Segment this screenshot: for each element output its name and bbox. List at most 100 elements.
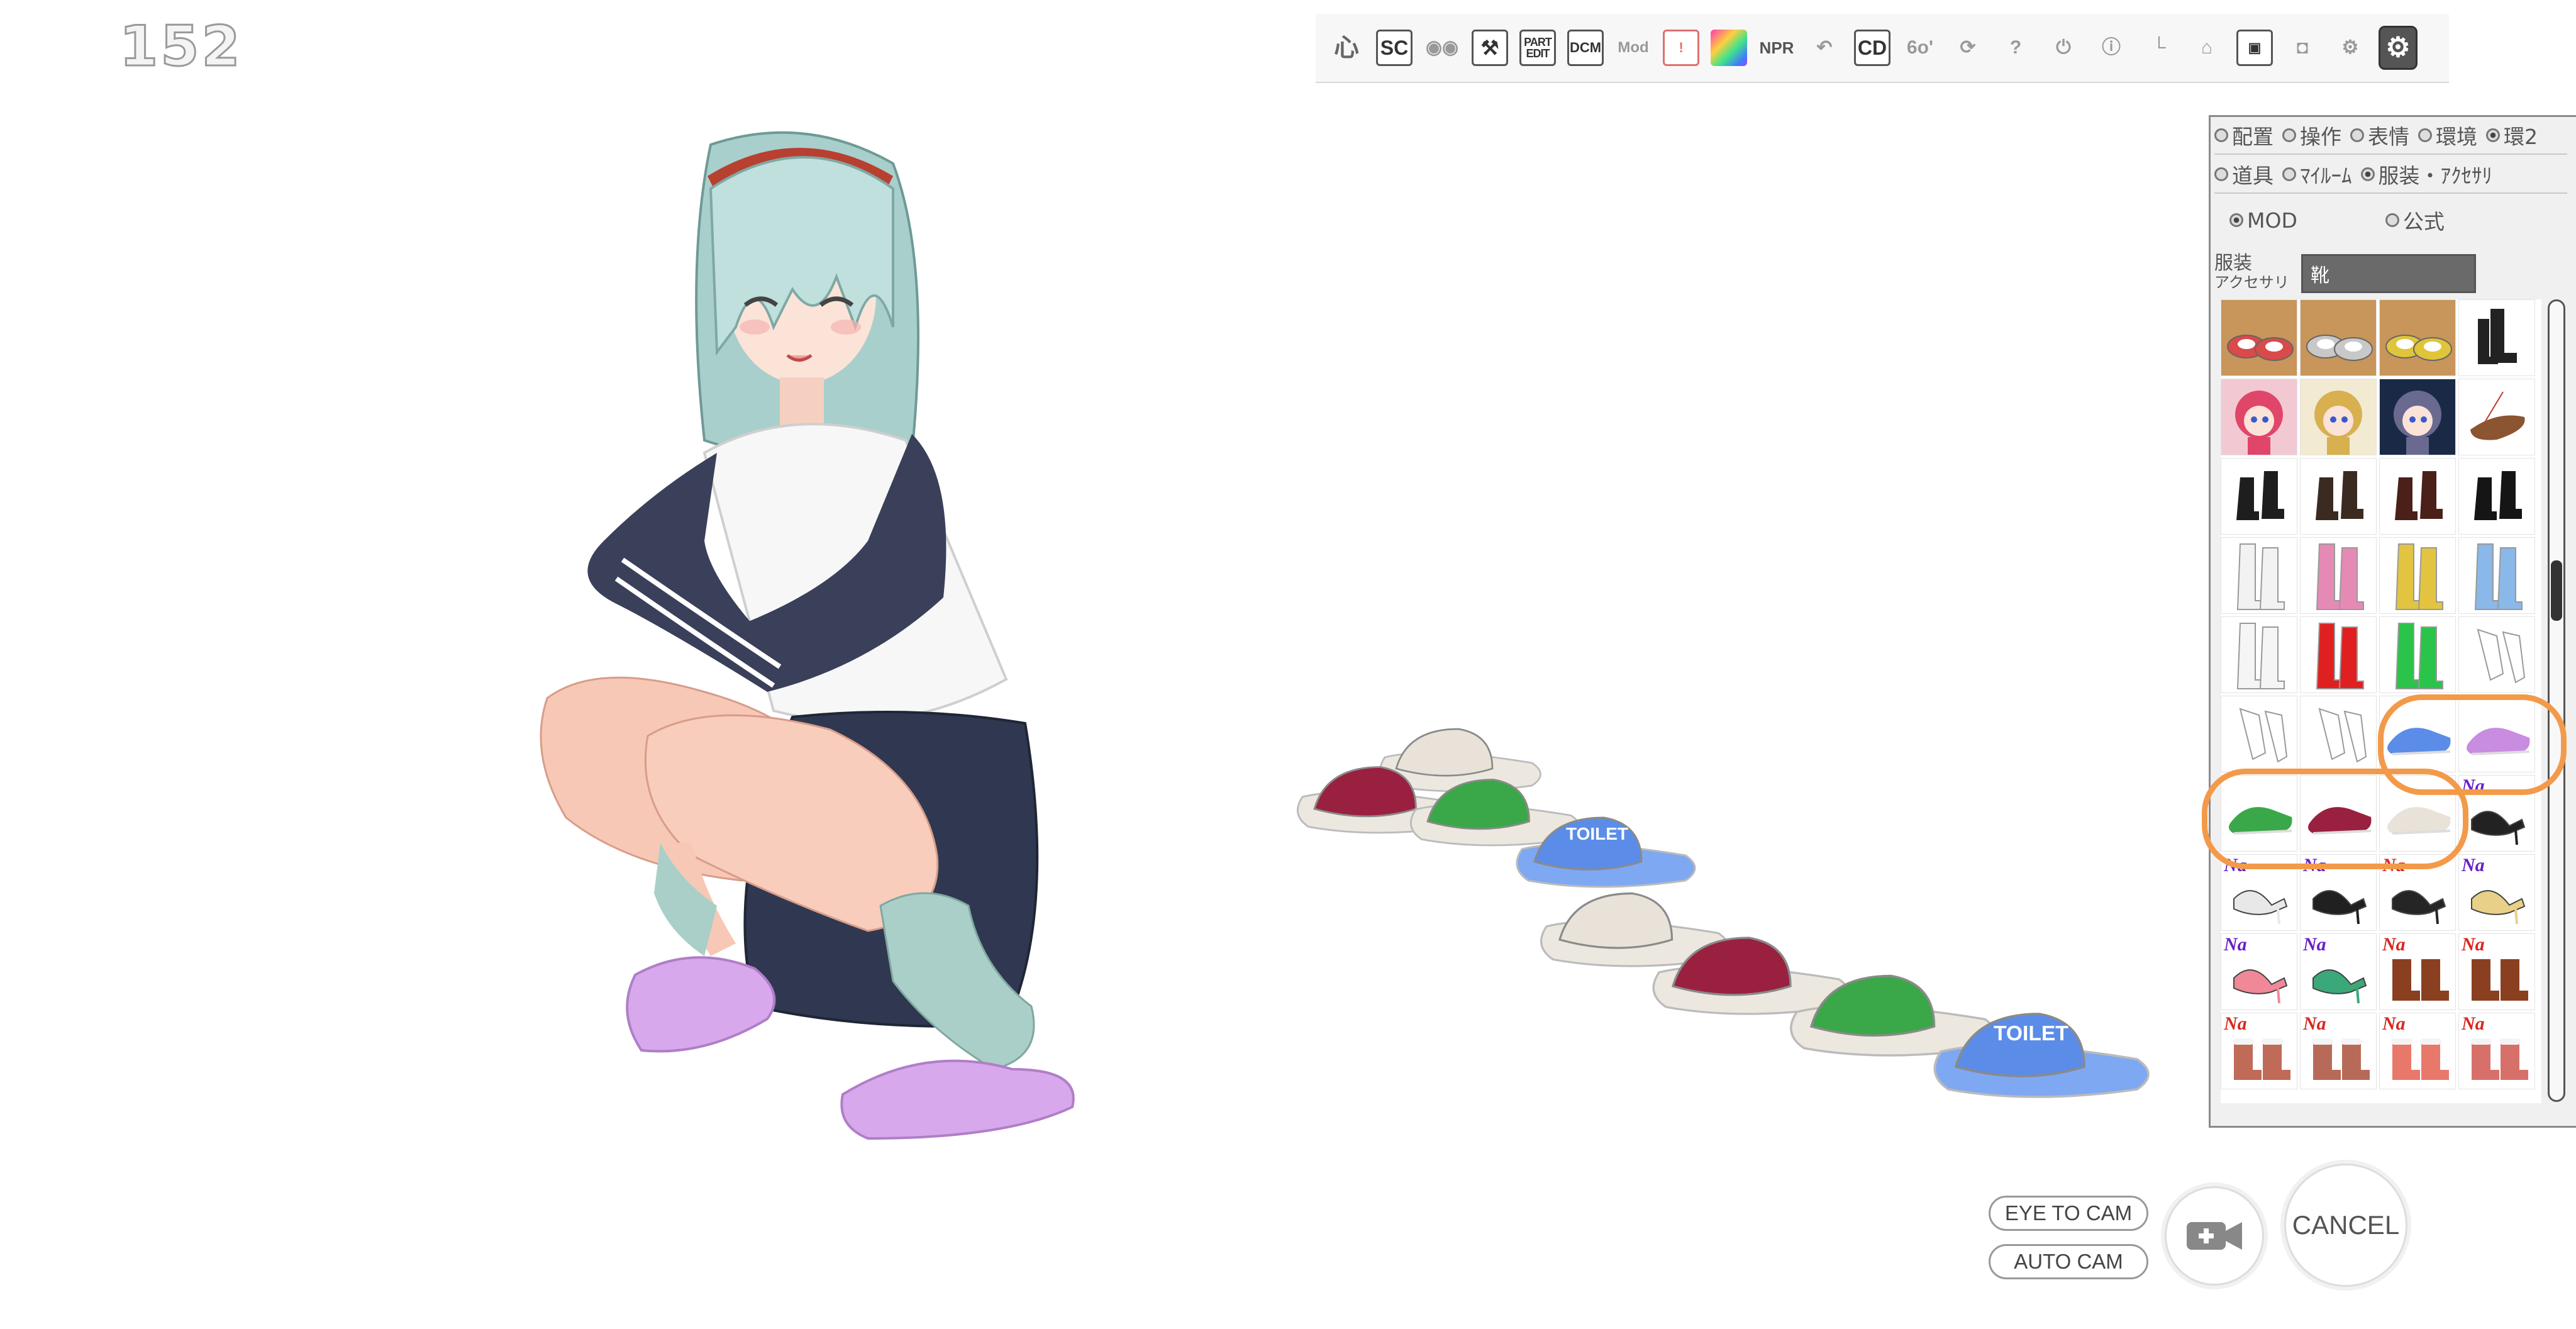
undo-button[interactable]: ↶ <box>1805 27 1844 69</box>
category-select[interactable]: 靴 <box>2301 254 2476 293</box>
npr-button[interactable]: NPR <box>1757 27 1796 69</box>
category-label-sub: アクセサリ <box>2214 274 2289 291</box>
info-button[interactable]: ⓘ <box>2092 27 2131 69</box>
settings-button[interactable]: ⚙ <box>2379 26 2418 70</box>
sc-button[interactable]: SC <box>1375 27 1414 69</box>
glasses-button[interactable]: 6o' <box>1901 27 1940 69</box>
na-badge: Na <box>2303 1013 2326 1034</box>
sandal-icon <box>2470 391 2525 440</box>
gears-icon: ⚙ <box>2341 37 2359 58</box>
item-thumbnail-fur-boot[interactable]: Na <box>2458 1013 2535 1089</box>
item-thumbnail-sketch[interactable] <box>2458 616 2535 693</box>
item-thumbnail-tall-boot[interactable] <box>2379 537 2456 614</box>
item-thumbnail-avatar[interactable] <box>2300 379 2377 455</box>
item-thumbnail-heel-boot[interactable] <box>2221 458 2297 535</box>
heel-boot-icon <box>2316 471 2363 520</box>
axis-button[interactable]: └ <box>2140 27 2179 69</box>
info-frame-button[interactable]: ! <box>1662 27 1701 69</box>
mod-button[interactable]: Mod <box>1614 27 1653 69</box>
item-thumbnail-fur-boot[interactable]: Na <box>2379 1013 2456 1089</box>
item-thumbnail-tall-boot[interactable] <box>2221 616 2297 693</box>
item-thumbnail-sketch[interactable] <box>2221 696 2297 772</box>
tab-label: 環境 <box>2436 125 2477 149</box>
item-thumbnail-fur-boot[interactable]: Na <box>2300 1013 2377 1089</box>
item-thumbnail-boot[interactable] <box>2458 299 2535 376</box>
na-badge: Na <box>2224 934 2247 955</box>
tab-row3-1[interactable]: 公式 <box>2385 205 2445 235</box>
character-model <box>540 131 1075 1140</box>
item-thumbnail-heel[interactable]: Na <box>2221 933 2297 1010</box>
sketch-icon <box>2318 708 2367 763</box>
auto-cam-button[interactable]: AUTO CAM <box>1989 1244 2148 1279</box>
item-thumbnail-heel[interactable]: Na <box>2300 933 2377 1010</box>
refresh-icon: ⟳ <box>1960 37 1976 58</box>
tab-row2-0[interactable]: 道具 <box>2214 159 2273 189</box>
item-thumbnail-tall-boot[interactable] <box>2300 537 2377 614</box>
item-thumbnail-heel[interactable]: Na <box>2458 854 2535 931</box>
radio-icon <box>2418 128 2432 142</box>
item-thumbnail-tall-boot[interactable] <box>2458 537 2535 614</box>
tab-row1-0[interactable]: 配置 <box>2214 120 2273 150</box>
tab-row2-1[interactable]: ﾏｲﾙｰﾑ <box>2282 159 2352 189</box>
avatar-icon <box>2394 391 2441 455</box>
na-badge: Na <box>2382 934 2406 955</box>
camera-button[interactable]: ◘ <box>2283 27 2322 69</box>
tall-boot-icon <box>2395 623 2443 689</box>
item-thumbnail-shoe[interactable] <box>2221 299 2297 376</box>
item-thumbnail-heel-boot[interactable] <box>2300 458 2377 535</box>
item-thumbnail-ankle-boot[interactable]: Na <box>2458 933 2535 1010</box>
item-thumbnail-heel-boot[interactable] <box>2458 458 2535 535</box>
tab-row1-1[interactable]: 操作 <box>2282 120 2341 150</box>
add-camera-button[interactable] <box>2165 1186 2264 1286</box>
eyes-button[interactable]: ◉◉ <box>1423 27 1462 69</box>
cd-button[interactable]: CD <box>1853 27 1892 69</box>
tool-button[interactable]: ⚒ <box>1470 27 1509 69</box>
radio-icon <box>2385 213 2399 227</box>
tab-label: 配置 <box>2232 125 2273 149</box>
basket-icon: ⌂ <box>2201 37 2213 58</box>
mod-icon: Mod <box>1618 39 1649 56</box>
power-icon: ⏻ <box>2056 37 2071 58</box>
color-button[interactable] <box>1709 27 1748 69</box>
item-thumbnail-shoe[interactable] <box>2300 299 2377 376</box>
save-button[interactable]: ▣ <box>2235 27 2274 69</box>
item-thumbnail-tall-boot[interactable] <box>2379 616 2456 693</box>
toolbar: 心 SC ◉◉ ⚒ PART EDIT DCM Mod! NPR ↶ CD 6o' ⟳? ⏻ ⓘ └ ⌂ ▣ ◘ ⚙… <box>1316 14 2449 83</box>
item-thumbnail-sandal[interactable] <box>2458 379 2535 455</box>
item-thumbnail-shoe[interactable] <box>2379 299 2456 376</box>
item-grid-scrollbar[interactable] <box>2548 299 2565 1102</box>
tab-label: ﾏｲﾙｰﾑ <box>2300 164 2352 188</box>
part-edit-button[interactable]: PART EDIT <box>1518 27 1557 69</box>
source-tabs-row: MOD 公式 <box>2229 200 2445 240</box>
power-button[interactable]: ⏻ <box>2044 27 2083 69</box>
shop-button[interactable]: ⌂ <box>2187 27 2226 69</box>
pose-button[interactable]: 心 <box>1327 27 1366 69</box>
tab-row1-4[interactable]: 環2 <box>2486 120 2538 150</box>
item-thumbnail-tall-boot[interactable] <box>2221 537 2297 614</box>
eye-to-cam-button[interactable]: EYE TO CAM <box>1989 1196 2148 1231</box>
na-badge: Na <box>2382 1013 2406 1034</box>
slipper-display-row: TOILET TOILET <box>1297 728 2150 1098</box>
scrollbar-thumb[interactable] <box>2551 560 2562 621</box>
item-thumbnail-avatar[interactable] <box>2379 379 2456 455</box>
na-badge: Na <box>2462 934 2485 955</box>
axis-icon: └ <box>2152 37 2166 58</box>
item-thumbnail-sketch[interactable] <box>2300 696 2377 772</box>
item-thumbnail-fur-boot[interactable]: Na <box>2221 1013 2297 1089</box>
3d-viewport[interactable]: TOILET TOILET <box>0 0 2576 1329</box>
gears-button[interactable]: ⚙ <box>2331 27 2370 69</box>
tab-row2-2[interactable]: 服装・ｱｸｾｻﾘ <box>2360 159 2492 189</box>
dcm-button[interactable]: DCM <box>1566 27 1605 69</box>
refresh-button[interactable]: ⟳ <box>1948 27 1987 69</box>
item-thumbnail-tall-boot[interactable] <box>2300 616 2377 693</box>
tab-row1-2[interactable]: 表情 <box>2350 120 2409 150</box>
item-thumbnail-ankle-boot[interactable]: Na <box>2379 933 2456 1010</box>
item-thumbnail-heel-boot[interactable] <box>2379 458 2456 535</box>
item-thumbnail-avatar[interactable] <box>2221 379 2297 455</box>
help-button[interactable]: ? <box>1996 27 2035 69</box>
tab-row1-3[interactable]: 環境 <box>2418 120 2477 150</box>
slipper-print: TOILET <box>1566 824 1628 843</box>
tab-row3-0[interactable]: MOD <box>2229 208 2297 233</box>
cancel-button[interactable]: CANCEL <box>2284 1164 2407 1287</box>
avatar-icon <box>2235 391 2283 455</box>
